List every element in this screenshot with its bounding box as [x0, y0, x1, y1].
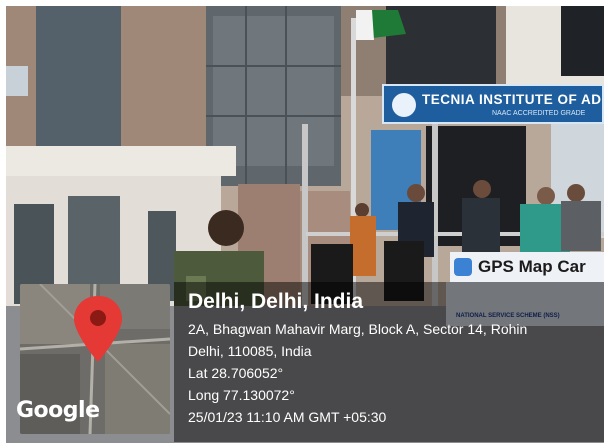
institute-sign: TECNIA INSTITUTE OF AD NAAC ACCREDITED G…: [382, 84, 604, 124]
guard-booth-roof: [6, 146, 236, 176]
latitude: Lat 28.706052°: [188, 365, 284, 381]
gps-app-name: GPS Map Car: [478, 257, 586, 276]
institute-logo-icon: [392, 93, 416, 117]
location-address: 2A, Bhagwan Mahavir Marg, Block A, Secto…: [188, 321, 528, 337]
glass-window: [36, 6, 121, 156]
geotagged-photo: TECNIA INSTITUTE OF AD NAAC ACCREDITED G…: [6, 6, 604, 443]
soldier: [208, 210, 244, 246]
gps-app-banner: GPS Map Car: [450, 252, 604, 282]
location-title: Delhi, Delhi, India: [188, 290, 364, 313]
sign-title: TECNIA INSTITUTE OF AD: [422, 92, 602, 107]
longitude: Long 77.130072°: [188, 387, 295, 403]
sign-subtitle: NAAC ACCREDITED GRADE: [492, 110, 586, 117]
location-city: Delhi, 110085, India: [188, 343, 312, 359]
google-logo: Google: [16, 398, 100, 423]
gps-app-icon: [454, 258, 472, 276]
timestamp: 25/01/23 11:10 AM GMT +05:30: [188, 409, 387, 425]
